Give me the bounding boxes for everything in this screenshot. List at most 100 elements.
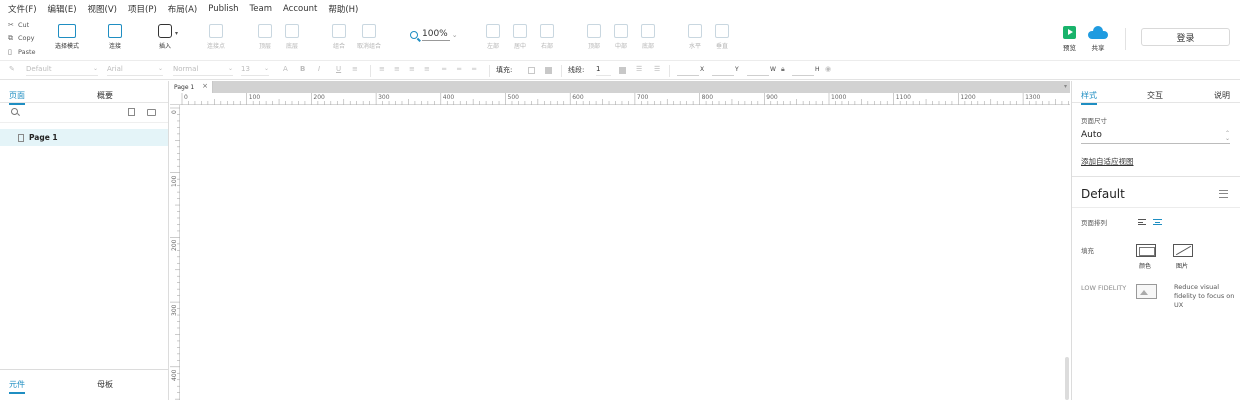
divider [669, 65, 670, 77]
preview-button[interactable]: 预览 [1063, 26, 1076, 52]
distribute-vertical-button[interactable]: 垂直 [715, 24, 729, 50]
ruler-label: 300 [378, 94, 390, 101]
chevron-down-icon[interactable]: ▾ [1064, 83, 1067, 90]
fill-color-button[interactable] [1136, 244, 1156, 257]
close-icon[interactable]: × [202, 82, 208, 90]
align-center-icon [513, 24, 527, 38]
valign-top-icon[interactable]: ═ [442, 65, 446, 73]
fill-color-swatch[interactable] [528, 67, 535, 74]
distribute-vertical-icon [715, 24, 729, 38]
align-text-center-icon[interactable]: ≡ [394, 65, 400, 73]
visibility-icon[interactable]: ◉ [825, 65, 831, 73]
align-right-icon [540, 24, 554, 38]
ruler-label: 600 [572, 94, 584, 101]
low-fidelity-toggle[interactable] [1136, 284, 1157, 299]
align-top-button[interactable]: 顶部 [587, 24, 601, 50]
page-tab[interactable]: Page 1 × [170, 81, 213, 93]
page-align-left-icon[interactable] [1138, 219, 1146, 225]
font-color-icon[interactable]: A [283, 65, 288, 73]
style-select[interactable]: Default ⌄ [26, 65, 98, 76]
line-width-input[interactable]: 1 [596, 65, 611, 76]
ruler-ticks [170, 107, 180, 400]
arrow-style-icon[interactable]: ☰ [654, 65, 660, 73]
cut-button[interactable]: ✂ Cut [8, 18, 48, 32]
ungroup-button[interactable]: 取消组合 [357, 24, 381, 50]
tab-style[interactable]: 样式 [1081, 90, 1097, 105]
page-align-center-icon[interactable] [1153, 219, 1162, 225]
spinner-icon: ⌃ ⌄ [1224, 130, 1230, 142]
tab-masters[interactable]: 母板 [97, 379, 113, 390]
tab-notes[interactable]: 说明 [1214, 90, 1230, 101]
insert-button[interactable]: 插入 [158, 24, 172, 50]
align-text-left-icon[interactable]: ≡ [379, 65, 385, 73]
text-options-icon[interactable]: ≡ [352, 65, 358, 73]
font-select[interactable]: Arial ⌄ [107, 65, 163, 76]
page-size-label: 页面尺寸 [1081, 117, 1107, 125]
font-size-select[interactable]: 13 ⌄ [241, 65, 269, 76]
lock-icon[interactable]: 🔒︎ [781, 65, 785, 74]
menu-edit[interactable]: 编辑(E) [48, 3, 77, 15]
zoom-control[interactable]: 100% ⌄ [410, 29, 458, 41]
underline-icon[interactable]: U [336, 65, 341, 73]
login-button[interactable]: 登录 [1141, 28, 1230, 46]
paste-button[interactable]: ▯ Paste [8, 45, 48, 59]
align-left-button[interactable]: 左部 [486, 24, 500, 50]
select-mode-button[interactable]: 选择模式 [55, 24, 79, 50]
search-icon[interactable] [11, 108, 18, 115]
insert-dropdown-icon[interactable]: ▾ [175, 30, 178, 37]
tab-widgets[interactable]: 元件 [9, 379, 25, 394]
tab-outline[interactable]: 概要 [97, 90, 113, 101]
top-layer-button[interactable]: 顶层 [258, 24, 272, 50]
style-manager-icon[interactable] [1219, 189, 1228, 198]
page-size-select[interactable]: Auto ⌃ ⌄ [1081, 130, 1230, 144]
tab-interactions[interactable]: 交互 [1147, 90, 1163, 101]
valign-middle-icon[interactable]: ═ [457, 65, 461, 73]
share-button[interactable]: 共享 [1088, 26, 1108, 52]
italic-icon[interactable]: I [318, 65, 320, 73]
menu-layout[interactable]: 布局(A) [168, 3, 197, 15]
menu-account[interactable]: Account [283, 4, 317, 14]
zoom-value[interactable]: 100% [422, 29, 450, 41]
font-weight-select[interactable]: Normal ⌄ [173, 65, 233, 76]
menu-view[interactable]: 视图(V) [88, 3, 117, 15]
bold-icon[interactable]: B [300, 65, 305, 73]
fill-label: 填充 [1081, 247, 1094, 255]
connect-button[interactable]: 连接 [108, 24, 122, 50]
shadow-swatch[interactable] [545, 67, 552, 74]
menu-team[interactable]: Team [250, 4, 272, 14]
menu-help[interactable]: 帮助(H) [328, 3, 358, 15]
add-folder-icon[interactable] [147, 109, 156, 116]
copy-button[interactable]: ⧉ Copy [8, 32, 48, 46]
menu-file[interactable]: 文件(F) [8, 3, 37, 15]
group-button[interactable]: 组合 [332, 24, 346, 50]
vertical-scrollbar[interactable] [1065, 357, 1069, 400]
x-input[interactable] [677, 65, 699, 76]
menu-bar: 文件(F) 编辑(E) 视图(V) 项目(P) 布局(A) Publish Te… [0, 0, 1240, 18]
y-input[interactable] [712, 65, 734, 76]
h-input[interactable] [792, 65, 814, 76]
low-fidelity-description: Reduce visual fidelity to focus on UX [1174, 283, 1235, 309]
align-center-button[interactable]: 居中 [513, 24, 527, 50]
canvas-area[interactable]: Page 1 × ▾ ✛ 010020030040050060070080090… [170, 81, 1070, 400]
page-list-item[interactable]: Page 1 [0, 129, 168, 146]
add-adaptive-view-link[interactable]: 添加自适应视图 [1081, 156, 1134, 167]
add-page-icon[interactable] [128, 108, 135, 116]
align-text-justify-icon[interactable]: ≡ [424, 65, 430, 73]
cloud-icon [1088, 26, 1108, 39]
menu-project[interactable]: 项目(P) [128, 3, 157, 15]
menu-publish[interactable]: Publish [208, 4, 238, 14]
bottom-layer-button[interactable]: 底层 [285, 24, 299, 50]
valign-bottom-icon[interactable]: ═ [472, 65, 476, 73]
left-bottom-tabs: 元件 母板 [0, 369, 168, 400]
align-bottom-button[interactable]: 底部 [641, 24, 655, 50]
line-style-icon[interactable]: ☰ [636, 65, 642, 73]
distribute-horizontal-button[interactable]: 水平 [688, 24, 702, 50]
align-right-button[interactable]: 右部 [540, 24, 554, 50]
tab-pages[interactable]: 页面 [9, 90, 25, 105]
w-input[interactable] [747, 65, 769, 76]
fill-image-button[interactable] [1173, 244, 1193, 257]
align-text-right-icon[interactable]: ≡ [409, 65, 415, 73]
connect-point-button[interactable]: 连接点 [207, 24, 225, 50]
align-middle-button[interactable]: 中部 [614, 24, 628, 50]
line-color-swatch[interactable] [619, 67, 626, 74]
